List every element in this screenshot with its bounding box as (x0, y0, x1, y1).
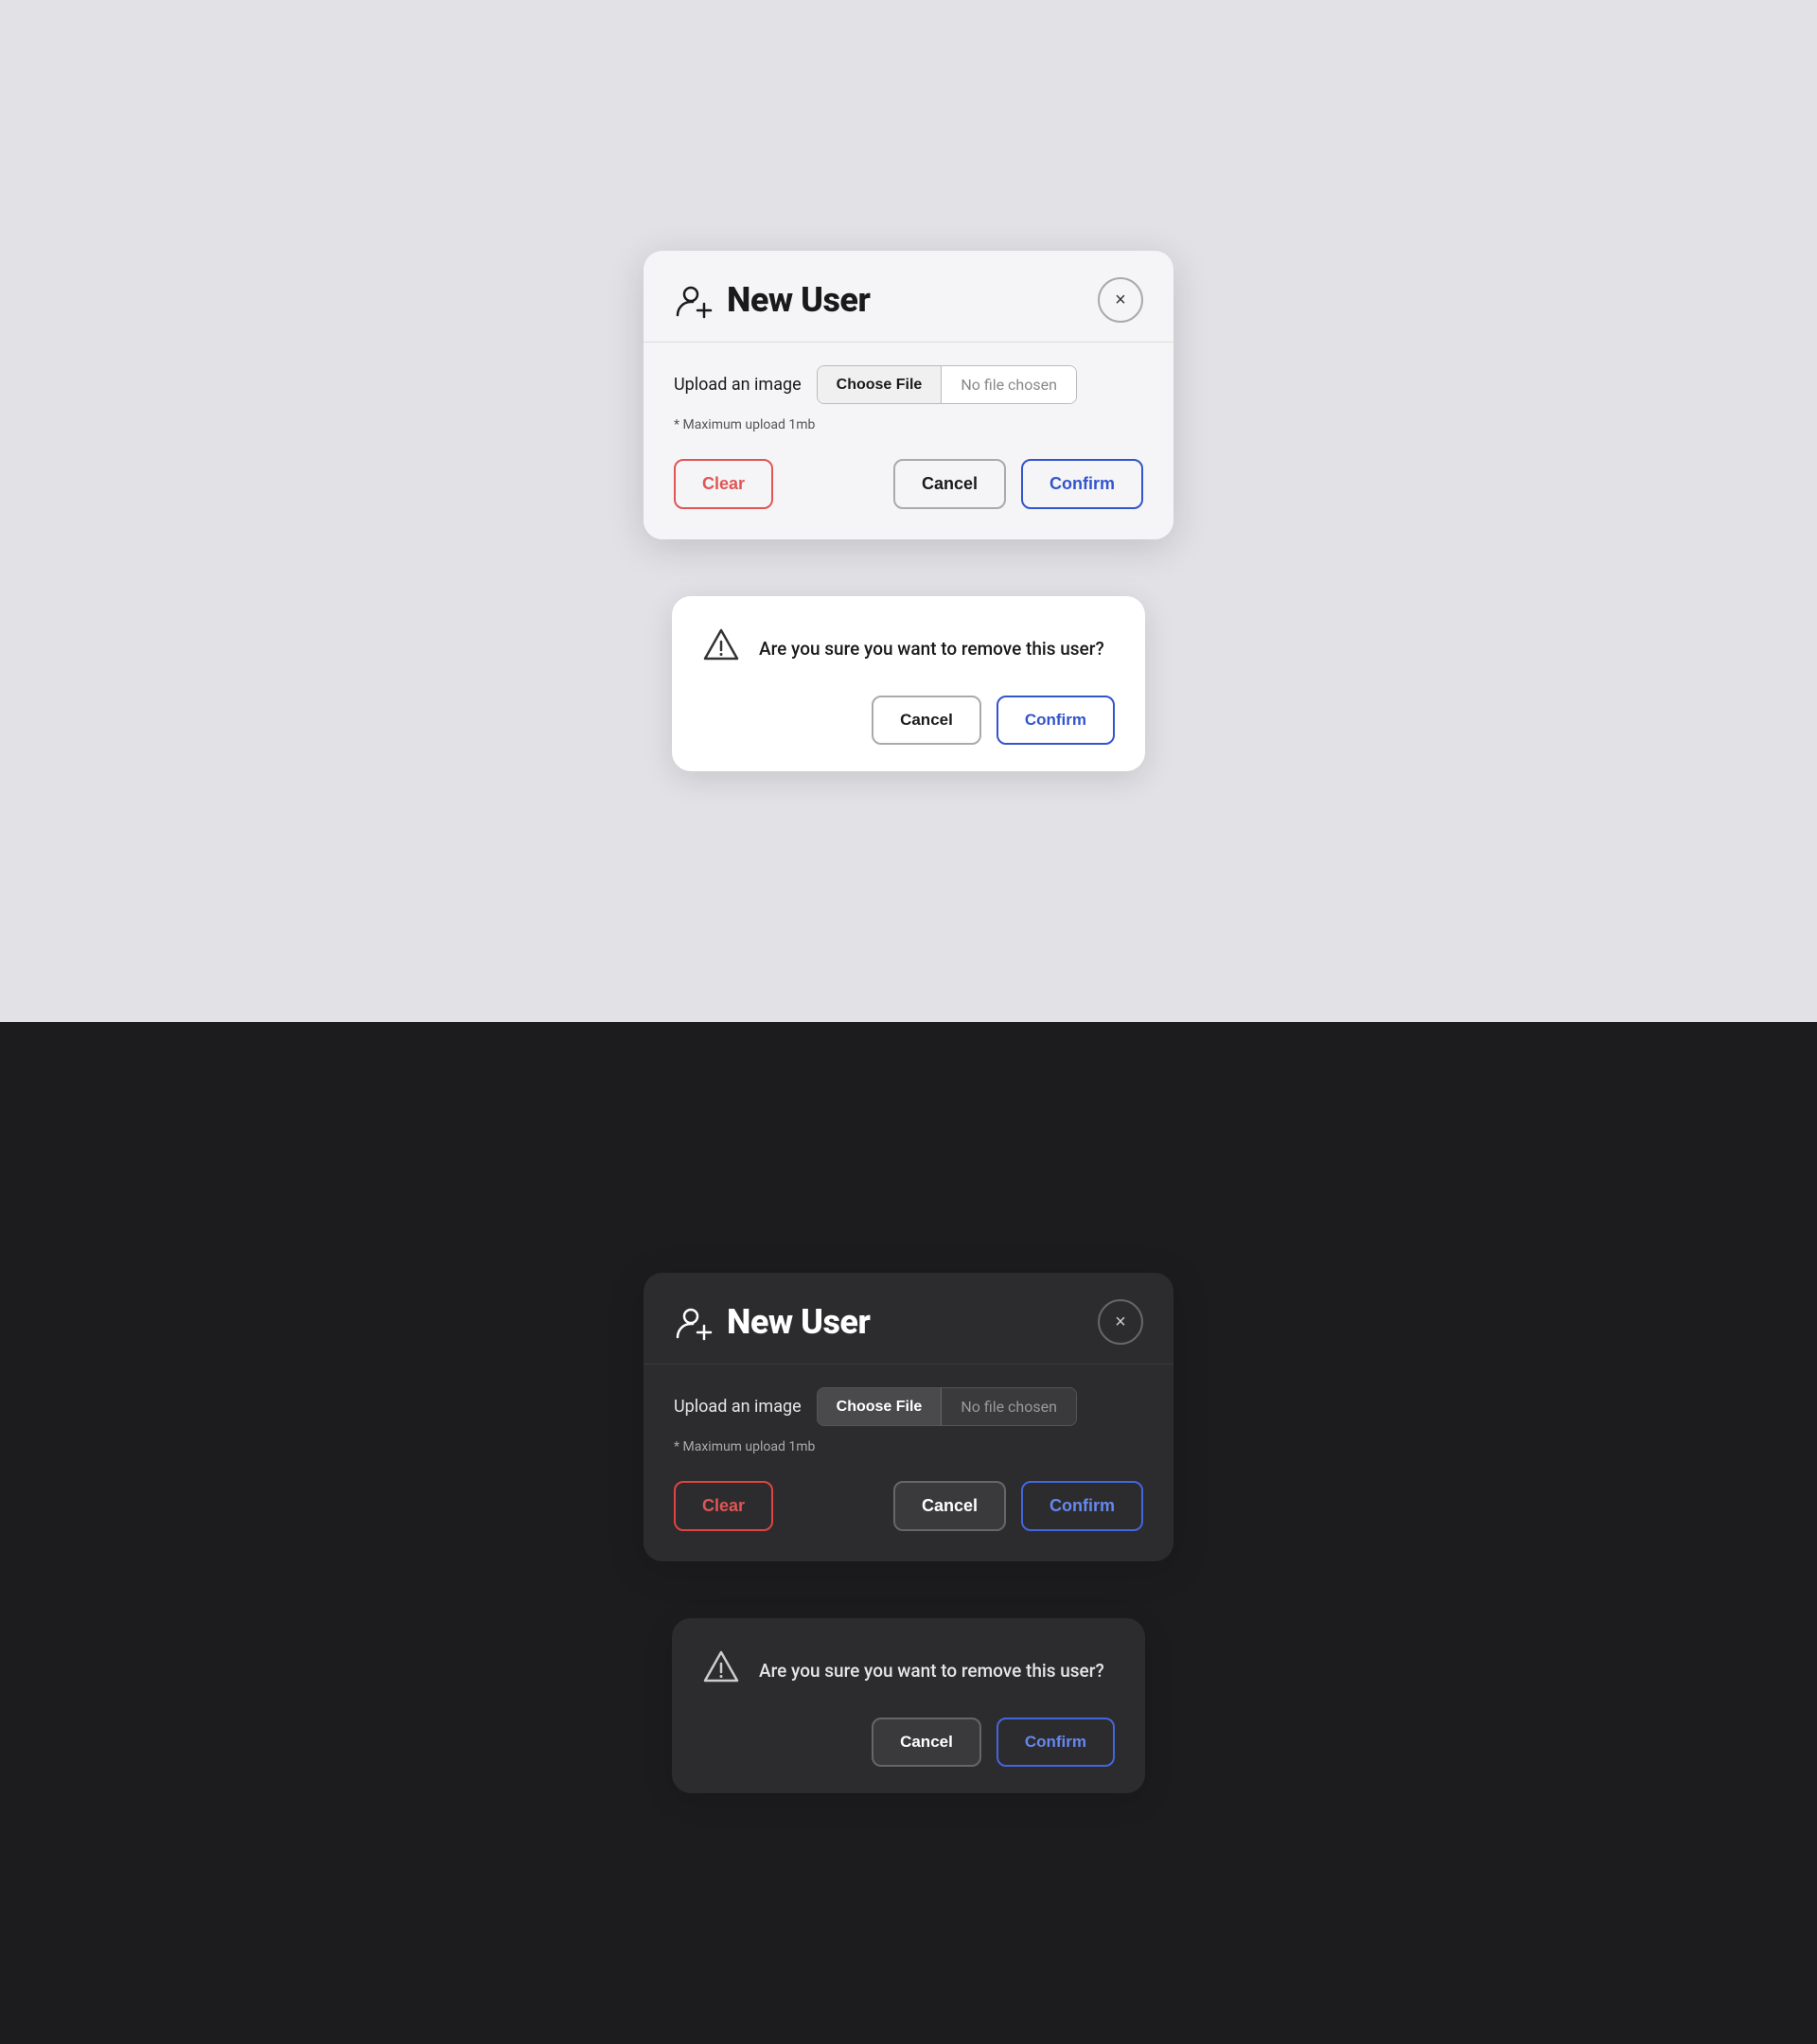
confirm-dialog-light: Are you sure you want to remove this use… (672, 596, 1145, 771)
max-upload-note-dark: * Maximum upload 1mb (674, 1439, 1143, 1454)
modal-header-left: New User (674, 279, 870, 321)
user-add-icon-dark (674, 1301, 715, 1343)
file-name-dark: No file chosen (942, 1388, 1076, 1425)
dialog-confirm-button-dark[interactable]: Confirm (997, 1718, 1115, 1767)
choose-file-button-dark[interactable]: Choose File (818, 1388, 943, 1425)
modal-body-light: Upload an image Choose File No file chos… (644, 342, 1173, 539)
max-upload-note-light: * Maximum upload 1mb (674, 417, 1143, 432)
confirm-dialog-footer-light: Cancel Confirm (672, 696, 1145, 771)
dialog-confirm-button-light[interactable]: Confirm (997, 696, 1115, 745)
dark-theme-section: New User × Upload an image Choose File N… (0, 1022, 1817, 2044)
user-add-icon (674, 279, 715, 321)
warning-icon-dark (702, 1648, 740, 1695)
confirm-button-dark[interactable]: Confirm (1021, 1481, 1143, 1531)
new-user-modal-dark: New User × Upload an image Choose File N… (644, 1273, 1173, 1561)
confirm-dialog-body-dark: Are you sure you want to remove this use… (672, 1618, 1145, 1718)
new-user-modal-light: New User × Upload an image Choose File N… (644, 251, 1173, 539)
file-name-light: No file chosen (942, 366, 1076, 403)
confirm-dialog-dark: Are you sure you want to remove this use… (672, 1618, 1145, 1793)
confirm-message-dark: Are you sure you want to remove this use… (759, 1659, 1104, 1684)
modal-footer-dark: Clear Cancel Confirm (674, 1481, 1143, 1531)
modal-header-dark: New User × (644, 1273, 1173, 1364)
confirm-message-light: Are you sure you want to remove this use… (759, 637, 1104, 662)
cancel-button-light[interactable]: Cancel (893, 459, 1006, 509)
cancel-button-dark[interactable]: Cancel (893, 1481, 1006, 1531)
clear-button-light[interactable]: Clear (674, 459, 773, 509)
file-upload-row-light: Upload an image Choose File No file chos… (674, 365, 1143, 404)
close-button-light[interactable]: × (1098, 277, 1143, 323)
choose-file-button-light[interactable]: Choose File (818, 366, 943, 403)
clear-button-dark[interactable]: Clear (674, 1481, 773, 1531)
modal-header-light: New User × (644, 251, 1173, 342)
upload-label-dark: Upload an image (674, 1397, 802, 1417)
confirm-dialog-body-light: Are you sure you want to remove this use… (672, 596, 1145, 696)
modal-title-light: New User (727, 280, 870, 320)
file-input-wrapper-light: Choose File No file chosen (817, 365, 1077, 404)
file-input-wrapper-dark: Choose File No file chosen (817, 1387, 1077, 1426)
dialog-cancel-button-dark[interactable]: Cancel (872, 1718, 981, 1767)
modal-body-dark: Upload an image Choose File No file chos… (644, 1364, 1173, 1561)
dialog-cancel-button-light[interactable]: Cancel (872, 696, 981, 745)
confirm-dialog-footer-dark: Cancel Confirm (672, 1718, 1145, 1793)
modal-header-left-dark: New User (674, 1301, 870, 1343)
light-theme-section: New User × Upload an image Choose File N… (0, 0, 1817, 1022)
modal-title-dark: New User (727, 1302, 870, 1342)
confirm-button-light[interactable]: Confirm (1021, 459, 1143, 509)
close-button-dark[interactable]: × (1098, 1299, 1143, 1345)
upload-label-light: Upload an image (674, 375, 802, 395)
warning-icon-light (702, 626, 740, 673)
modal-footer-light: Clear Cancel Confirm (674, 459, 1143, 509)
file-upload-row-dark: Upload an image Choose File No file chos… (674, 1387, 1143, 1426)
